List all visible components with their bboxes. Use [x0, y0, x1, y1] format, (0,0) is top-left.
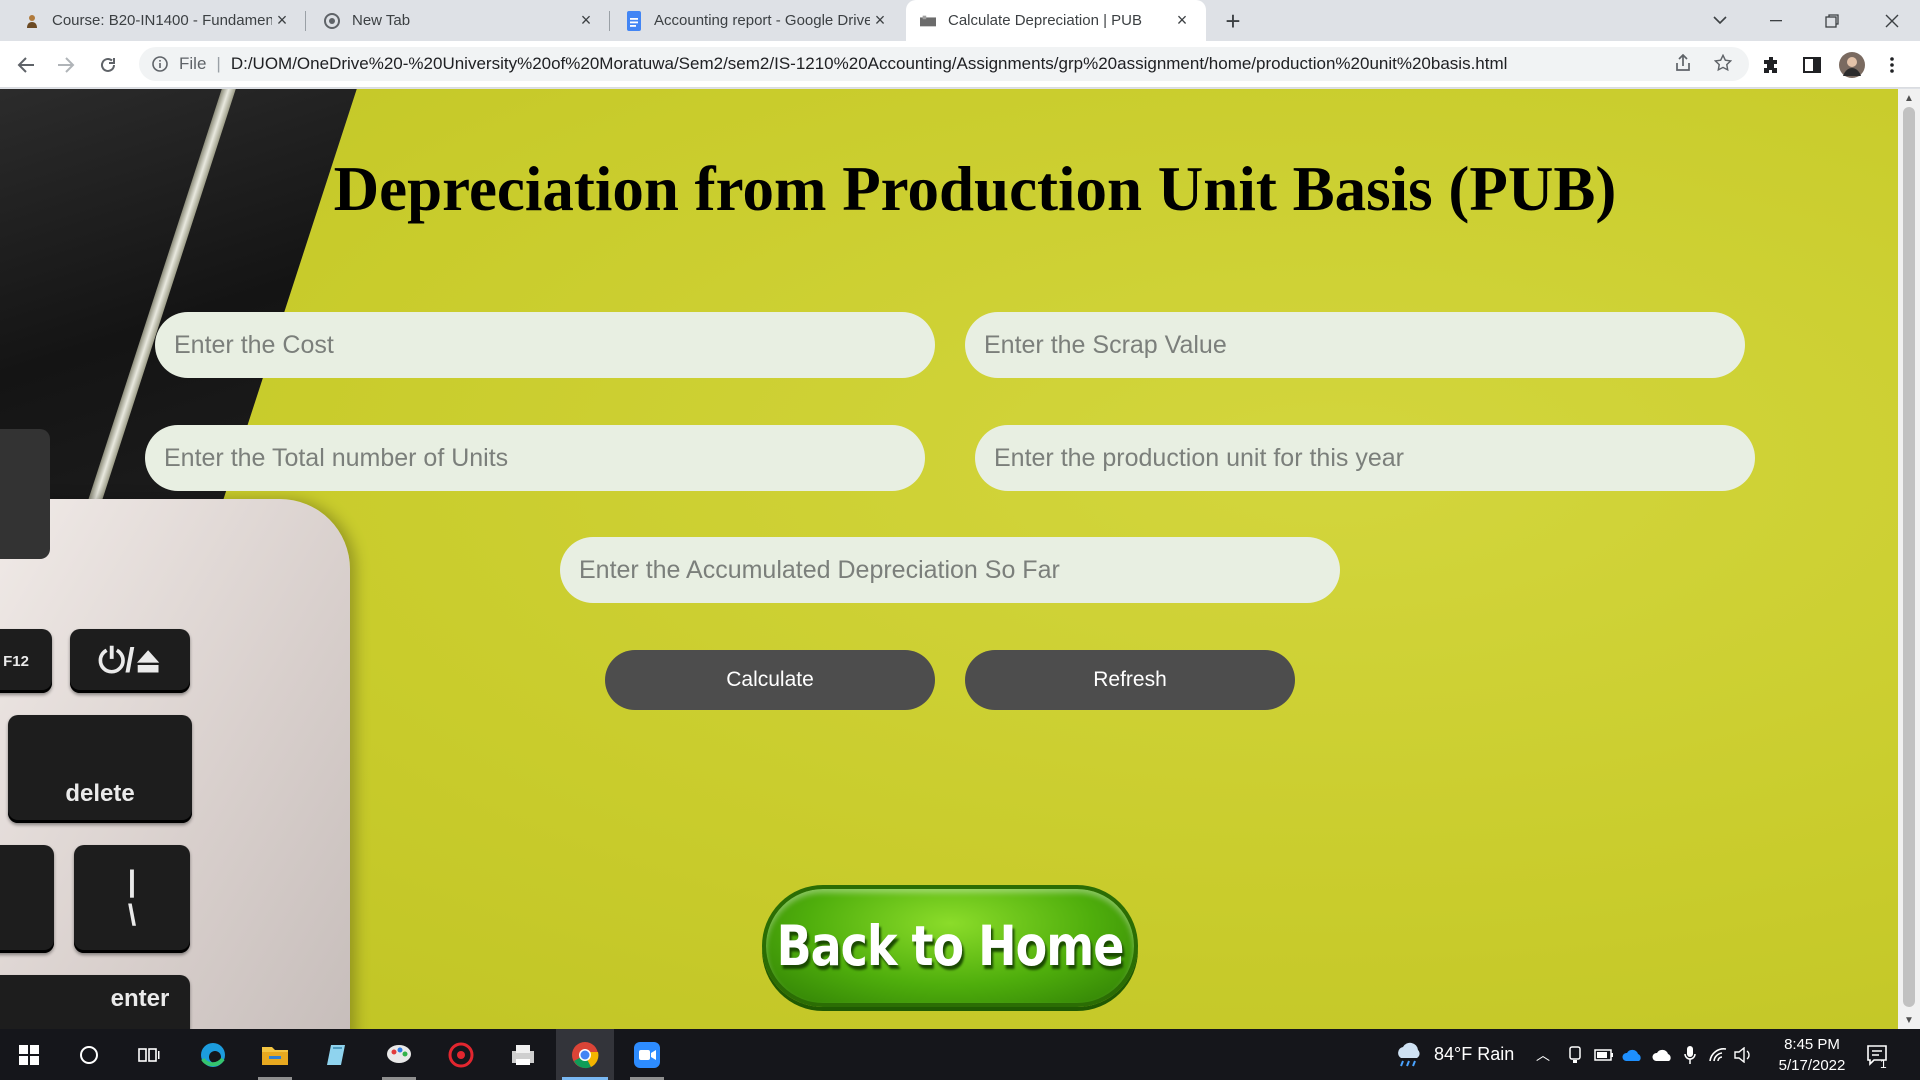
paint-app-icon[interactable]	[370, 1029, 428, 1080]
back-to-home-label: Back to Home	[776, 913, 1125, 979]
clock-date: 5/17/2022	[1778, 1057, 1846, 1074]
close-tab-icon[interactable]: ×	[272, 10, 292, 31]
moodle-icon	[24, 13, 40, 29]
key-f12: F12	[0, 629, 52, 693]
close-tab-icon[interactable]: ×	[1172, 10, 1192, 31]
minimize-icon[interactable]	[1748, 0, 1804, 41]
new-tab-button[interactable]: +	[1218, 6, 1248, 36]
windows-taskbar: 84°F Rain ︿ 8:45 PM 5/17/2022 1	[0, 1029, 1920, 1080]
power-eject-icon: ⏻/⏏	[70, 629, 190, 693]
tab-title: Course: B20-IN1400 - Fundamentals of Mat…	[52, 12, 272, 29]
meet-now-icon[interactable]	[1568, 1029, 1582, 1080]
tab-bar: Course: B20-IN1400 - Fundamentals of Mat…	[0, 0, 1920, 41]
show-hidden-icons-icon[interactable]: ︿	[1536, 1029, 1550, 1080]
info-icon[interactable]	[151, 55, 169, 73]
search-circle-icon[interactable]	[60, 1029, 118, 1080]
tab-title: Calculate Depreciation | PUB	[948, 12, 1142, 29]
extensions-icon[interactable]	[1756, 49, 1788, 81]
tab-search-icon[interactable]	[1692, 0, 1748, 41]
microphone-icon[interactable]	[1684, 1029, 1696, 1080]
tab-title: Accounting report - Google Drive	[654, 12, 870, 29]
laptop-hinge-decoration	[0, 429, 50, 559]
rain-cloud-icon	[1398, 1042, 1420, 1066]
page-scrollbar[interactable]: ▲ ▼	[1898, 89, 1920, 1029]
key-backslash-label: \	[127, 899, 137, 932]
key-enter: enter	[0, 975, 190, 1029]
restore-icon[interactable]	[1804, 0, 1860, 41]
page-title: Depreciation from Production Unit Basis …	[333, 154, 1617, 224]
chrome-taskbar-icon[interactable]	[556, 1029, 614, 1080]
tab-calculate-depreciation[interactable]: Calculate Depreciation | PUB ×	[906, 0, 1206, 41]
notification-count: 1	[1880, 1056, 1887, 1071]
accumulated-depreciation-input[interactable]	[560, 537, 1340, 603]
printer-app-icon[interactable]	[494, 1029, 552, 1080]
share-icon[interactable]	[1668, 48, 1698, 78]
taskbar-clock[interactable]: 8:45 PM 5/17/2022	[1762, 1034, 1862, 1076]
close-tab-icon[interactable]: ×	[870, 10, 890, 31]
page-viewport: F12 ⏻/⏏ delete | \ enter Depreciation fr…	[0, 89, 1898, 1029]
google-docs-icon	[626, 10, 642, 31]
onedrive-white-icon[interactable]	[1652, 1029, 1674, 1080]
browser-toolbar: File | D:/UOM/OneDrive%20-%20University%…	[0, 41, 1920, 88]
chrome-icon	[324, 12, 340, 29]
total-units-input[interactable]	[145, 425, 925, 491]
weather-text: 84°F Rain	[1434, 1044, 1515, 1064]
back-to-home-button[interactable]: Back to Home	[762, 885, 1138, 1007]
profile-avatar[interactable]	[1836, 49, 1868, 81]
production-units-year-input[interactable]	[975, 425, 1755, 491]
task-view-icon[interactable]	[120, 1029, 178, 1080]
windows-start-icon[interactable]	[0, 1029, 58, 1080]
bookmark-star-icon[interactable]	[1708, 48, 1738, 78]
onedrive-blue-icon[interactable]	[1622, 1029, 1644, 1080]
weather-widget[interactable]: 84°F Rain	[1394, 1029, 1514, 1080]
refresh-button[interactable]: Refresh	[965, 650, 1295, 710]
address-bar[interactable]: File | D:/UOM/OneDrive%20-%20University%…	[139, 47, 1749, 81]
reload-icon[interactable]	[92, 49, 124, 81]
key-delete: delete	[8, 715, 192, 823]
scroll-up-icon[interactable]: ▲	[1903, 92, 1915, 104]
notification-center-icon[interactable]: 1	[1866, 1029, 1887, 1080]
notes-app-icon[interactable]	[308, 1029, 366, 1080]
key-left	[0, 845, 54, 953]
battery-icon[interactable]	[1594, 1029, 1614, 1080]
back-arrow-icon[interactable]	[10, 49, 42, 81]
tab-title: New Tab	[352, 12, 411, 29]
scrollbar-thumb[interactable]	[1903, 107, 1915, 1007]
key-pipe-label: |	[127, 865, 137, 898]
file-explorer-icon[interactable]	[246, 1029, 304, 1080]
red-app-icon[interactable]	[432, 1029, 490, 1080]
scheme-label: File	[179, 54, 207, 73]
side-panel-icon[interactable]	[1796, 49, 1828, 81]
close-window-icon[interactable]	[1864, 0, 1920, 41]
clock-time: 8:45 PM	[1784, 1036, 1840, 1053]
tab-course[interactable]: Course: B20-IN1400 - Fundamentals of Mat…	[10, 0, 306, 41]
cost-input[interactable]	[155, 312, 935, 378]
forward-arrow-icon[interactable]	[50, 49, 82, 81]
edge-browser-icon[interactable]	[184, 1029, 242, 1080]
calculate-button[interactable]: Calculate	[605, 650, 935, 710]
scroll-down-icon[interactable]: ▼	[1903, 1014, 1915, 1026]
key-backslash: | \	[74, 845, 190, 953]
menu-kebab-icon[interactable]	[1876, 49, 1908, 81]
tab-google-drive[interactable]: Accounting report - Google Drive ×	[612, 0, 904, 41]
wifi-icon[interactable]	[1708, 1029, 1728, 1080]
close-tab-icon[interactable]: ×	[576, 10, 596, 31]
zoom-app-icon[interactable]	[618, 1029, 676, 1080]
volume-icon[interactable]	[1734, 1029, 1752, 1080]
scrap-value-input[interactable]	[965, 312, 1745, 378]
page-favicon-icon	[920, 13, 936, 29]
address-divider: |	[216, 54, 221, 73]
tab-new-tab[interactable]: New Tab ×	[310, 0, 610, 41]
url-text: D:/UOM/OneDrive%20-%20University%20of%20…	[230, 54, 1508, 73]
